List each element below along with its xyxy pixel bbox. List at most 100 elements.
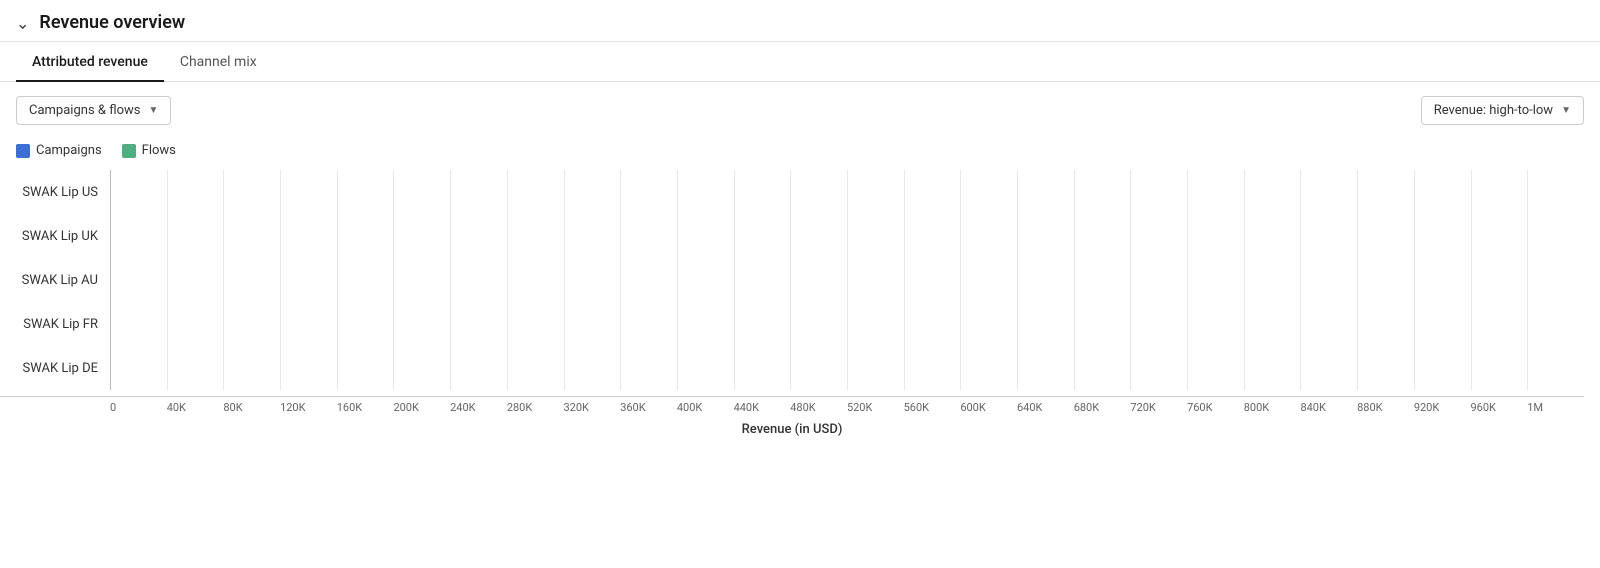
- grid-col: [393, 258, 450, 302]
- grid-overlay: [110, 170, 1584, 214]
- grid-col: [280, 302, 337, 346]
- grid-col: [960, 170, 1017, 214]
- x-axis-label: Revenue (in USD): [0, 414, 1584, 443]
- grid-col: [564, 258, 621, 302]
- grid-col: [393, 214, 450, 258]
- controls-bar: Campaigns & flows ▼ Revenue: high-to-low…: [0, 82, 1600, 139]
- grid-col: [1017, 302, 1074, 346]
- grid-col: [450, 302, 507, 346]
- collapse-icon[interactable]: ⌃: [16, 13, 29, 32]
- tab-attributed-revenue[interactable]: Attributed revenue: [16, 42, 164, 82]
- x-tick: 280K: [507, 397, 564, 414]
- bars-area: [110, 302, 1584, 346]
- x-tick: 520K: [847, 397, 904, 414]
- grid-col: [847, 346, 904, 390]
- grid-col: [1357, 170, 1414, 214]
- grid-col: [223, 258, 280, 302]
- grid-col: [847, 170, 904, 214]
- flows-legend-label: Flows: [142, 143, 176, 158]
- grid-col: [1527, 346, 1584, 390]
- x-tick: 200K: [393, 397, 450, 414]
- grid-col: [223, 346, 280, 390]
- grid-col: [167, 214, 224, 258]
- x-tick: 840K: [1300, 397, 1357, 414]
- filter-label: Campaigns & flows: [29, 103, 140, 118]
- grid-col: [110, 170, 167, 214]
- grid-col: [1074, 170, 1131, 214]
- grid-col: [904, 170, 961, 214]
- grid-col: [507, 346, 564, 390]
- x-tick: 480K: [790, 397, 847, 414]
- grid-overlay: [110, 214, 1584, 258]
- x-tick: 760K: [1187, 397, 1244, 414]
- grid-col: [790, 258, 847, 302]
- grid-col: [393, 346, 450, 390]
- tab-bar: Attributed revenue Channel mix: [0, 42, 1600, 82]
- grid-overlay: [110, 258, 1584, 302]
- grid-col: [1074, 346, 1131, 390]
- grid-col: [1130, 258, 1187, 302]
- chart-rows: SWAK Lip US SWAK Lip UK SWAK Lip AU: [0, 170, 1584, 390]
- grid-col: [1187, 214, 1244, 258]
- grid-col: [1244, 258, 1301, 302]
- grid-col: [1187, 170, 1244, 214]
- x-tick: 440K: [734, 397, 791, 414]
- grid-col: [280, 258, 337, 302]
- x-tick: 880K: [1357, 397, 1414, 414]
- x-tick: 80K: [223, 397, 280, 414]
- grid-col: [337, 302, 394, 346]
- grid-col: [1527, 258, 1584, 302]
- grid-col: [677, 258, 734, 302]
- grid-overlay: [110, 302, 1584, 346]
- grid-col: [1017, 214, 1074, 258]
- grid-col: [110, 302, 167, 346]
- grid-col: [734, 258, 791, 302]
- grid-col: [1471, 214, 1528, 258]
- filter-dropdown[interactable]: Campaigns & flows ▼: [16, 96, 171, 125]
- grid-col: [1244, 346, 1301, 390]
- grid-col: [1357, 214, 1414, 258]
- grid-col: [1130, 302, 1187, 346]
- grid-col: [677, 170, 734, 214]
- grid-col: [223, 170, 280, 214]
- y-label: SWAK Lip DE: [0, 361, 110, 376]
- grid-col: [564, 346, 621, 390]
- x-tick: 720K: [1130, 397, 1187, 414]
- grid-col: [1471, 258, 1528, 302]
- revenue-overview-panel: ⌃ Revenue overview Attributed revenue Ch…: [0, 0, 1600, 443]
- grid-col: [620, 302, 677, 346]
- bar-chart: SWAK Lip US SWAK Lip UK SWAK Lip AU: [0, 170, 1600, 443]
- grid-col: [960, 214, 1017, 258]
- bars-area: [110, 170, 1584, 214]
- grid-col: [450, 214, 507, 258]
- grid-col: [790, 170, 847, 214]
- grid-col: [167, 302, 224, 346]
- chart-legend: Campaigns Flows: [0, 139, 1600, 170]
- grid-col: [1357, 346, 1414, 390]
- x-tick: 320K: [564, 397, 621, 414]
- grid-col: [1017, 346, 1074, 390]
- panel-title: Revenue overview: [39, 12, 185, 33]
- grid-col: [223, 302, 280, 346]
- grid-col: [960, 346, 1017, 390]
- grid-col: [790, 214, 847, 258]
- grid-col: [1527, 214, 1584, 258]
- grid-col: [393, 302, 450, 346]
- grid-col: [1187, 258, 1244, 302]
- grid-col: [110, 214, 167, 258]
- sort-dropdown[interactable]: Revenue: high-to-low ▼: [1421, 96, 1584, 125]
- tab-channel-mix[interactable]: Channel mix: [164, 42, 273, 82]
- campaigns-color-swatch: [16, 144, 30, 158]
- grid-col: [1357, 302, 1414, 346]
- grid-col: [1527, 302, 1584, 346]
- x-tick: 640K: [1017, 397, 1074, 414]
- grid-col: [1300, 170, 1357, 214]
- grid-col: [904, 214, 961, 258]
- grid-col: [847, 302, 904, 346]
- grid-col: [960, 258, 1017, 302]
- grid-col: [110, 258, 167, 302]
- y-label: SWAK Lip UK: [0, 229, 110, 244]
- grid-col: [1017, 258, 1074, 302]
- grid-col: [847, 258, 904, 302]
- grid-col: [564, 302, 621, 346]
